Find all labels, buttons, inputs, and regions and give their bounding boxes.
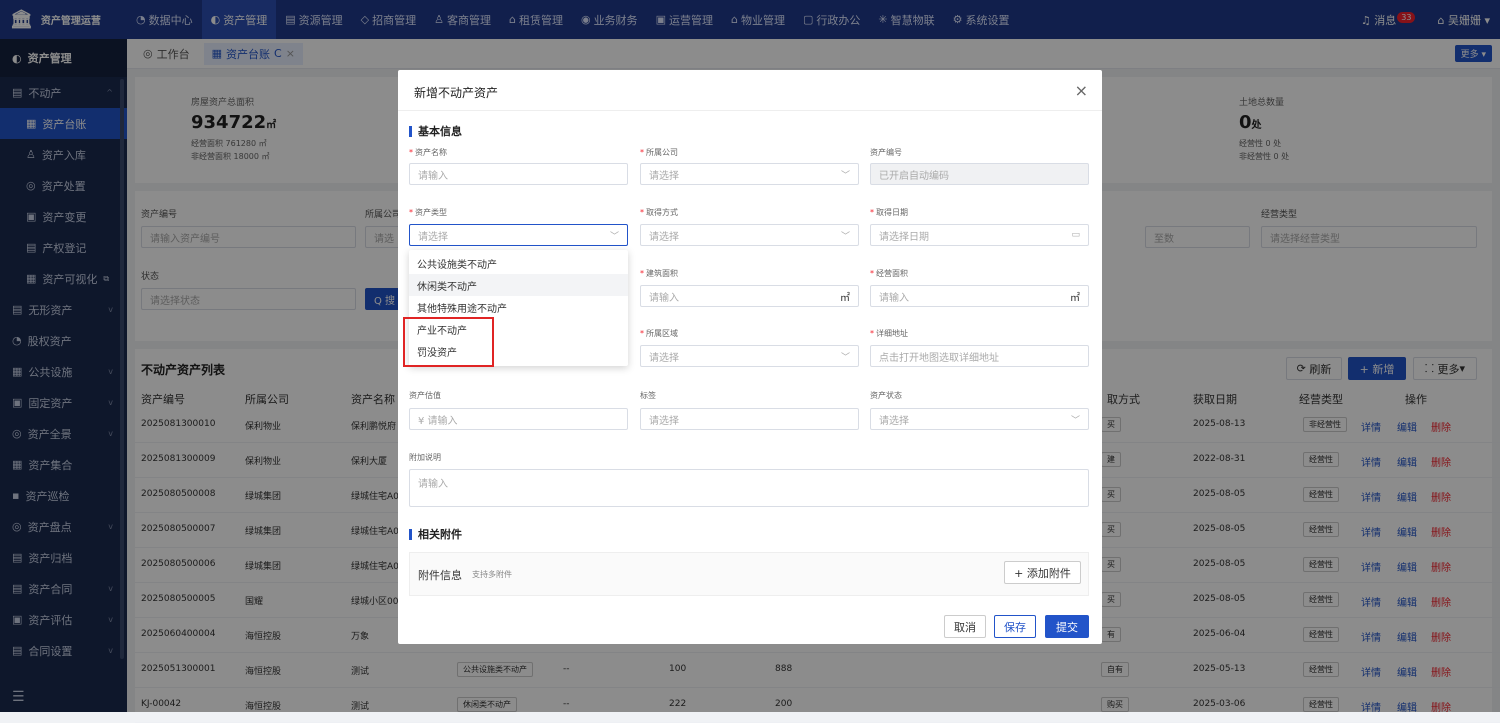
calendar-icon: ▭ bbox=[1071, 230, 1080, 240]
option-special-use[interactable]: 其他特殊用途不动产 bbox=[409, 296, 628, 318]
operating-area-input[interactable]: 请输入㎡ bbox=[870, 285, 1089, 307]
submit-button[interactable]: 提交 bbox=[1045, 615, 1089, 638]
region-select[interactable]: 请选择 ﹀ bbox=[640, 345, 859, 367]
asset-type-select[interactable]: 请选择 ﹀ bbox=[409, 224, 628, 246]
chevron-down-icon: ﹀ bbox=[1070, 415, 1080, 426]
section-basic-info: 基本信息 bbox=[409, 126, 462, 137]
add-attachment-button[interactable]: + 添加附件 bbox=[1004, 561, 1081, 584]
attachment-panel: 附件信息 支持多附件 + 添加附件 bbox=[409, 552, 1089, 596]
option-leisure[interactable]: 休闲类不动产 bbox=[409, 274, 628, 296]
note-textarea[interactable]: 请输入 bbox=[409, 469, 1089, 507]
chevron-down-icon: ﹀ bbox=[840, 170, 850, 181]
chevron-down-icon: ﹀ bbox=[840, 352, 850, 363]
asset-name-input[interactable]: 请输入 bbox=[409, 163, 628, 185]
option-public-facility[interactable]: 公共设施类不动产 bbox=[409, 252, 628, 274]
building-area-input[interactable]: 请输入㎡ bbox=[640, 285, 859, 307]
chevron-up-icon: ﹀ bbox=[609, 231, 619, 242]
tag-select[interactable]: 请选择 bbox=[640, 408, 859, 430]
acquire-method-select[interactable]: 请选择 ﹀ bbox=[640, 224, 859, 246]
highlight-box bbox=[403, 317, 494, 367]
save-button[interactable]: 保存 bbox=[994, 615, 1036, 638]
acquire-date-picker[interactable]: 请选择日期 ▭ bbox=[870, 224, 1089, 246]
section-attachments: 相关附件 bbox=[409, 529, 462, 540]
close-icon[interactable]: × bbox=[1075, 81, 1088, 100]
asset-code-input: 已开启自动编码 bbox=[870, 163, 1089, 185]
address-input[interactable]: 点击打开地图选取详细地址 bbox=[870, 345, 1089, 367]
modal-title: 新增不动产资产 bbox=[414, 86, 499, 100]
chevron-down-icon: ﹀ bbox=[840, 231, 850, 242]
asset-value-input[interactable]: ¥ 请输入 bbox=[409, 408, 628, 430]
cancel-button[interactable]: 取消 bbox=[944, 615, 986, 638]
company-select[interactable]: 请选择 ﹀ bbox=[640, 163, 859, 185]
asset-status-select[interactable]: 请选择 ﹀ bbox=[870, 408, 1089, 430]
add-asset-modal: 新增不动产资产 × 基本信息 * 资产名称 请输入 * 所属公司 请选择 ﹀ 资产编号… bbox=[398, 70, 1102, 644]
